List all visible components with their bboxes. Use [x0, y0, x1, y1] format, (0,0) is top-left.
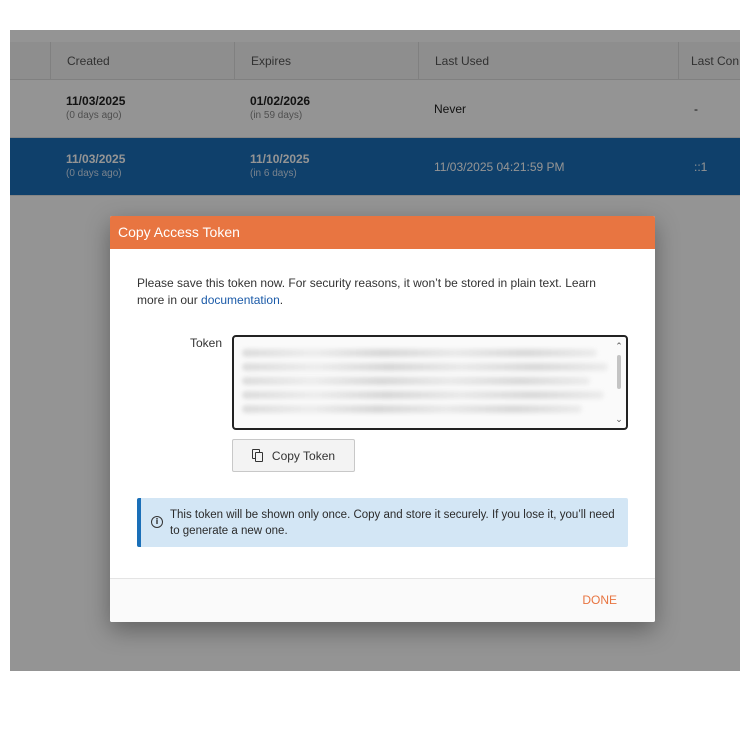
notice-text: This token will be shown only once. Copy…	[170, 509, 615, 537]
documentation-link[interactable]: documentation	[201, 293, 280, 307]
dialog-title: Copy Access Token	[110, 216, 655, 249]
token-textarea[interactable]: ⌃ ⌄	[232, 335, 628, 430]
intro-period: .	[279, 293, 284, 307]
dialog-body: Please save this token now. For security…	[110, 249, 655, 578]
info-notice: i This token will be shown only once. Co…	[137, 498, 628, 547]
scroll-up-icon[interactable]: ⌃	[614, 341, 624, 351]
copy-token-label: Copy Token	[271, 448, 336, 463]
token-label: Token	[190, 336, 223, 350]
info-icon: i	[151, 516, 163, 528]
done-button[interactable]: DONE	[582, 593, 617, 607]
scroll-thumb[interactable]	[617, 355, 621, 389]
copy-token-button[interactable]: Copy Token	[232, 439, 355, 472]
page: Created Expires Last Used Last Con 11/03…	[0, 0, 750, 731]
dialog-footer: DONE	[110, 578, 655, 622]
token-scrollbar[interactable]: ⌃ ⌄	[614, 341, 624, 424]
token-value-blurred	[242, 343, 608, 422]
copy-icon	[251, 449, 264, 462]
scroll-down-icon[interactable]: ⌄	[614, 414, 624, 424]
dialog-intro-text: Please save this token now. For security…	[137, 275, 617, 309]
copy-token-dialog: Copy Access Token Please save this token…	[110, 216, 655, 622]
